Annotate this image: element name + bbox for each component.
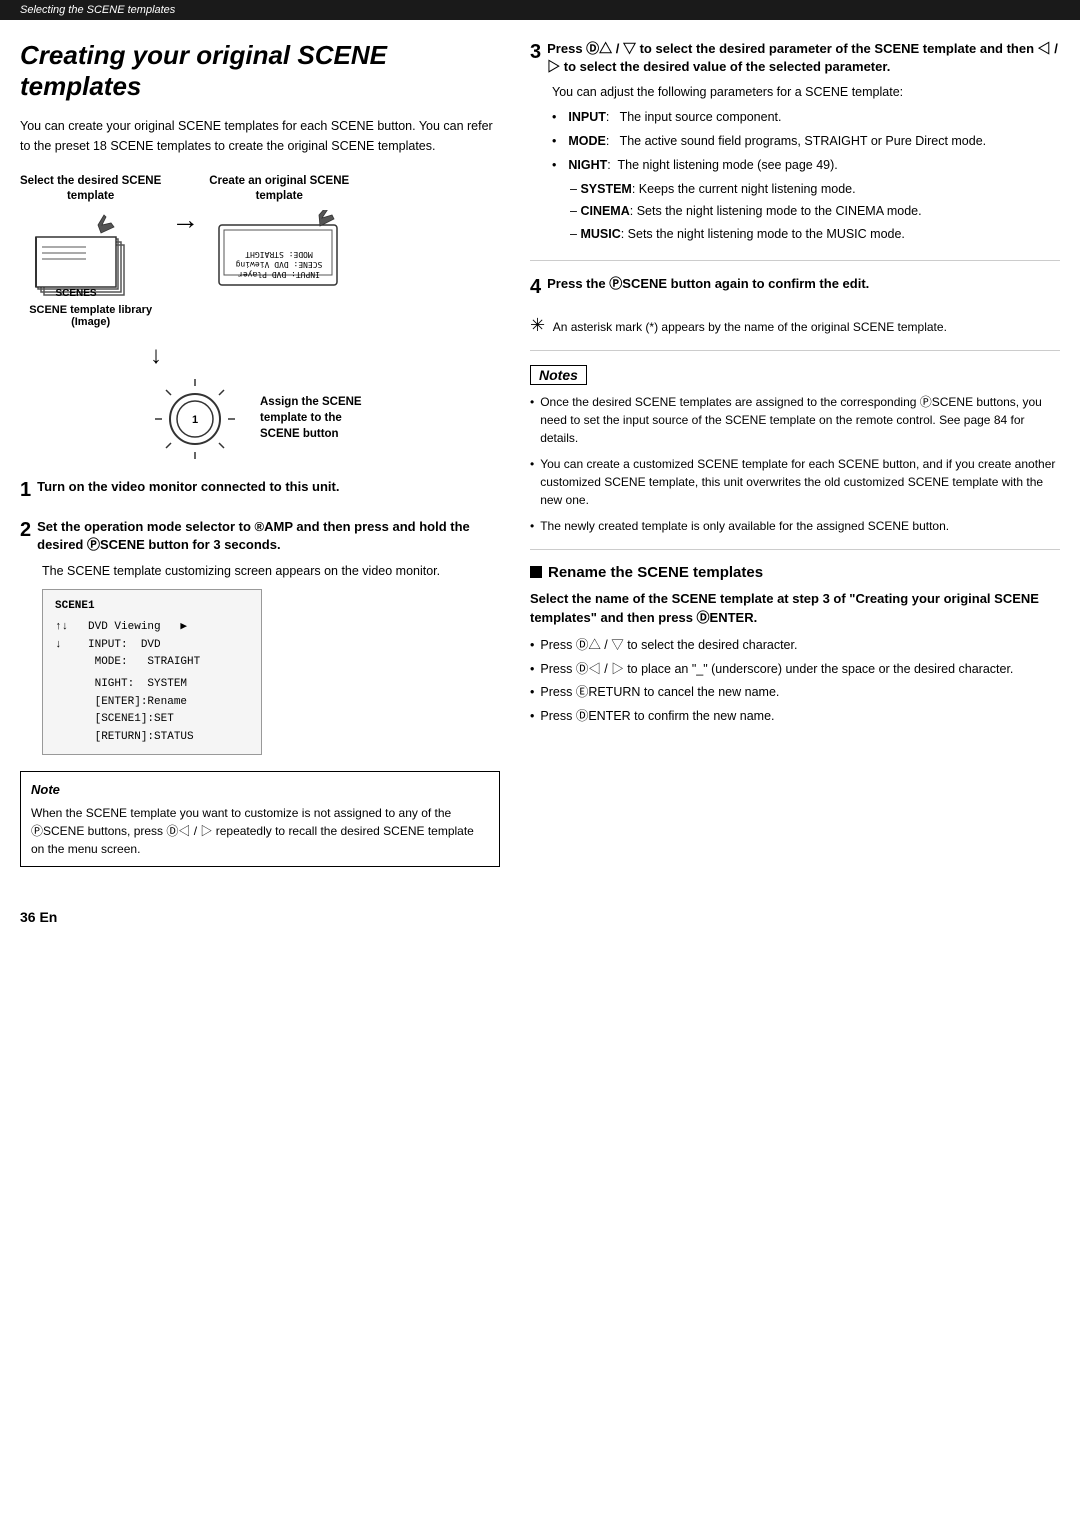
param-mode: MODE: The active sound field programs, S… xyxy=(552,132,1060,151)
divider-2 xyxy=(530,350,1060,351)
svg-text:1: 1 xyxy=(192,414,198,426)
parameter-list: INPUT: The input source component. MODE:… xyxy=(552,108,1060,174)
left-column: Creating your original SCENE templates Y… xyxy=(20,40,500,879)
page: Selecting the SCENE templates Creating y… xyxy=(0,0,1080,1526)
step-2-title: Set the operation mode selector to ®AMP … xyxy=(37,518,500,554)
step-3-block: 3 Press Ⓓ△ / ▽ to select the desired par… xyxy=(530,40,1060,244)
svg-text:SCENE: DVD Viewing: SCENE: DVD Viewing xyxy=(236,260,323,269)
step-1-block: 1 Turn on the video monitor connected to… xyxy=(20,478,500,502)
step-3-body: You can adjust the following parameters … xyxy=(552,82,1060,102)
step-2-body: The SCENE template customizing screen ap… xyxy=(42,561,500,581)
rename-bullet-4: Press ⒹENTER to confirm the new name. xyxy=(530,707,1060,726)
rename-bullet-3: Press ⒺRETURN to cancel the new name. xyxy=(530,683,1060,702)
breadcrumb-bar: Selecting the SCENE templates xyxy=(0,0,1080,20)
notes-section: Notes Once the desired SCENE templates a… xyxy=(530,365,1060,535)
dvd-player-image: INPUT: DVD Player SCENE: DVD Viewing MOD… xyxy=(214,210,344,300)
sub-music: MUSIC: Sets the night listening mode to … xyxy=(570,225,1060,244)
intro-text: You can create your original SCENE templ… xyxy=(20,116,500,156)
right-diagram-label: Create an original SCENE template xyxy=(209,174,349,204)
left-diagram-label: Select the desired SCENE template xyxy=(20,174,161,204)
sub-cinema: CINEMA: Sets the night listening mode to… xyxy=(570,202,1060,221)
step-2-block: 2 Set the operation mode selector to ®AM… xyxy=(20,518,500,755)
black-square-icon xyxy=(530,566,542,578)
diagram-area: Select the desired SCENE template xyxy=(20,174,500,464)
page-footer: 36 En xyxy=(0,899,1080,935)
rename-bullet-1: Press Ⓓ△ / ▽ to select the desired chara… xyxy=(530,636,1060,655)
step-1-number: 1 xyxy=(20,478,31,502)
rename-section: Rename the SCENE templates Select the na… xyxy=(530,564,1060,726)
sun-icon: ✳ xyxy=(530,315,545,335)
step-4-number: 4 xyxy=(530,275,541,299)
page-title: Creating your original SCENE templates xyxy=(20,40,500,102)
step-2-number: 2 xyxy=(20,518,31,542)
down-arrow: ↓ xyxy=(150,342,162,370)
scene-library-box: Select the desired SCENE template xyxy=(20,174,161,328)
notes-title: Notes xyxy=(530,365,587,385)
rename-title: Rename the SCENE templates xyxy=(530,564,1060,581)
svg-text:SCENES: SCENES xyxy=(55,288,96,299)
scene-library-image: SCENES xyxy=(26,210,156,300)
note-item-3: The newly created template is only avail… xyxy=(530,517,1060,535)
page-number: 36 En xyxy=(20,909,57,925)
right-column: 3 Press Ⓓ△ / ▽ to select the desired par… xyxy=(530,40,1060,879)
note-item-2: You can create a customized SCENE templa… xyxy=(530,455,1060,509)
bottom-diagram-label: Assign the SCENE template to the SCENE b… xyxy=(260,394,362,442)
asterisk-section: ✳ An asterisk mark (*) appears by the na… xyxy=(530,315,1060,336)
step-1-title: Turn on the video monitor connected to t… xyxy=(37,478,339,496)
asterisk-note: An asterisk mark (*) appears by the name… xyxy=(553,320,947,334)
right-arrow: → xyxy=(171,204,199,236)
note-body: When the SCENE template you want to cust… xyxy=(31,804,489,858)
library-label: SCENE template library (Image) xyxy=(29,304,152,328)
screen-display: SCENE1 ↑↓ DVD Viewing ▶ ↓ INPUT: DVD MOD… xyxy=(42,589,262,756)
sub-param-list: SYSTEM: Keeps the current night listenin… xyxy=(570,180,1060,244)
note-box: Note When the SCENE template you want to… xyxy=(20,771,500,867)
divider-1 xyxy=(530,260,1060,261)
dvd-player-box: Create an original SCENE template INPUT:… xyxy=(209,174,349,300)
rename-bullets: Press Ⓓ△ / ▽ to select the desired chara… xyxy=(530,636,1060,726)
note-title: Note xyxy=(31,780,489,800)
divider-3 xyxy=(530,549,1060,550)
notes-list: Once the desired SCENE templates are ass… xyxy=(530,393,1060,535)
step-3-number: 3 xyxy=(530,40,541,64)
svg-text:INPUT: DVD Player: INPUT: DVD Player xyxy=(238,270,320,279)
step-3-title: Press Ⓓ△ / ▽ to select the desired param… xyxy=(547,40,1060,76)
rename-bullet-2: Press Ⓓ◁ / ▷ to place an "_" (underscore… xyxy=(530,660,1060,679)
step-4-block: 4 Press the ⓅSCENE button again to confi… xyxy=(530,275,1060,299)
note-item-1: Once the desired SCENE templates are ass… xyxy=(530,393,1060,447)
breadcrumb-text: Selecting the SCENE templates xyxy=(20,4,175,16)
rename-step-title: Select the name of the SCENE template at… xyxy=(530,589,1060,628)
svg-text:MODE: STRAIGHT: MODE: STRAIGHT xyxy=(245,250,313,259)
scene-button-image: 1 xyxy=(150,374,240,464)
param-input: INPUT: The input source component. xyxy=(552,108,1060,127)
step-4-title: Press the ⓅSCENE button again to confirm… xyxy=(547,275,869,293)
param-night: NIGHT: The night listening mode (see pag… xyxy=(552,156,1060,175)
sub-system: SYSTEM: Keeps the current night listenin… xyxy=(570,180,1060,199)
